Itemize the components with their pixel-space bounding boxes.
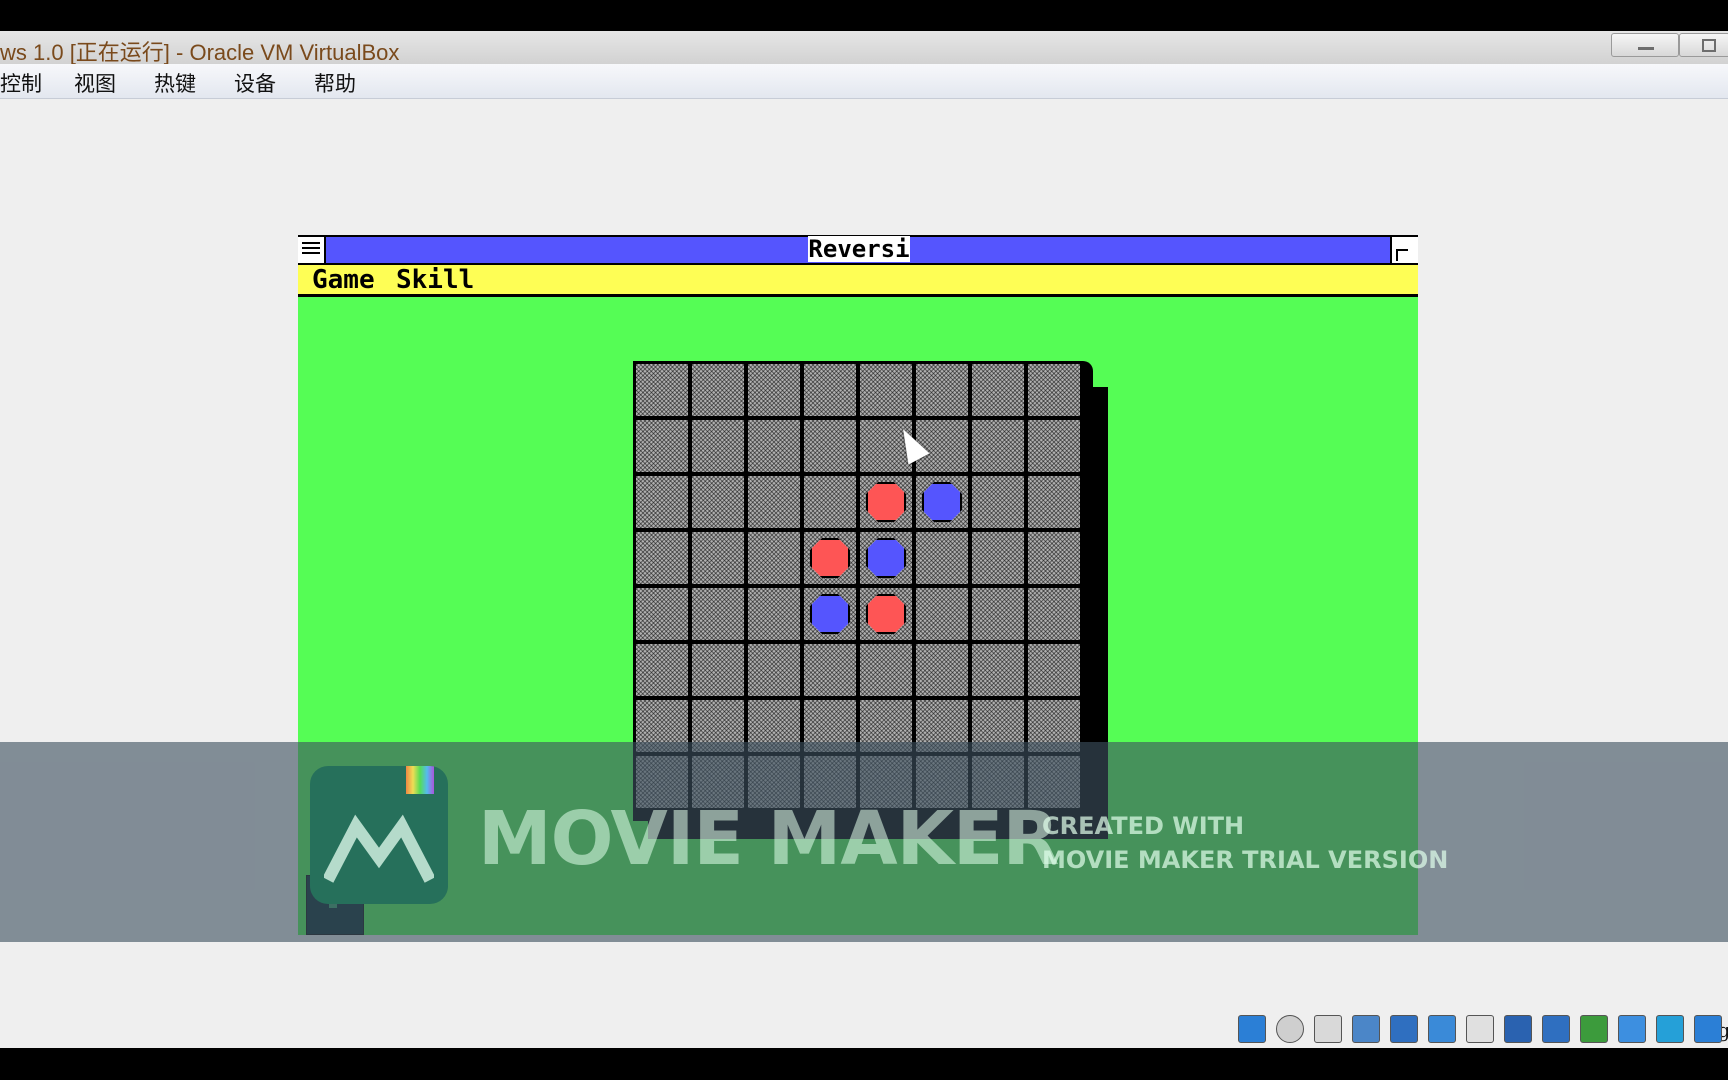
minimize-button[interactable] [1611,33,1679,57]
board-cell[interactable] [972,420,1024,472]
blue-disc [866,538,906,578]
network-icon[interactable] [1390,1015,1418,1043]
board-cell[interactable] [636,476,688,528]
board-cell[interactable] [804,420,856,472]
board-cell[interactable] [692,532,744,584]
settings-icon[interactable] [1580,1015,1608,1043]
board-cell[interactable] [1028,476,1080,528]
window-titlebar[interactable]: ws 1.0 [正在运行] - Oracle VM VirtualBox [0,31,1728,65]
menu-game[interactable]: Game [312,265,375,295]
board-cell[interactable] [804,476,856,528]
mouse-integration-icon[interactable] [1656,1015,1684,1043]
system-menu-icon[interactable] [298,237,326,263]
video-capture-icon[interactable] [1542,1015,1570,1043]
red-disc [866,482,906,522]
blue-disc [922,482,962,522]
board-cell[interactable] [860,644,912,696]
board-cell[interactable] [748,588,800,640]
board-cell[interactable] [636,644,688,696]
board-cell[interactable] [692,588,744,640]
hard-disk-icon[interactable] [1238,1015,1266,1043]
menu-control[interactable]: 控制 [0,68,42,98]
board-cell[interactable] [692,644,744,696]
board-cell[interactable] [804,644,856,696]
board-cell[interactable] [804,364,856,416]
host-statusbar: Rig [0,1010,1728,1048]
host-menubar: 控制 视图 热键 设备 帮助 [0,64,1728,99]
board-cell[interactable] [748,476,800,528]
reversi-titlebar[interactable]: Reversi [298,235,1418,265]
board-cell[interactable] [916,364,968,416]
audio-icon[interactable] [1352,1015,1380,1043]
watermark-line2: MOVIE MAKER TRIAL VERSION [1042,846,1449,874]
usb-icon[interactable] [1428,1015,1456,1043]
red-disc [810,538,850,578]
board-cell[interactable] [1028,364,1080,416]
display-icon[interactable] [1504,1015,1532,1043]
board-cell[interactable] [636,588,688,640]
board-cell[interactable] [748,644,800,696]
watermark-banner: MOVIE MAKER CREATED WITH MOVIE MAKER TRI… [0,742,1728,942]
reversi-menubar: Game Skill [298,265,1418,297]
watermark-brand: MOVIE MAKER [478,796,1059,882]
blue-disc [810,594,850,634]
red-disc [866,594,906,634]
shared-folders-icon[interactable] [1466,1015,1494,1043]
movie-maker-logo [310,766,448,904]
board-cell[interactable] [916,532,968,584]
size-box-icon[interactable] [1390,237,1418,263]
board-cell[interactable] [1028,644,1080,696]
menu-help[interactable]: 帮助 [314,68,356,98]
board-cell[interactable] [692,364,744,416]
cpu-icon[interactable] [1618,1015,1646,1043]
board-cell[interactable] [916,588,968,640]
board-cell[interactable] [748,420,800,472]
board-cell[interactable] [692,476,744,528]
menu-hotkeys[interactable]: 热键 [154,68,196,98]
board-cell[interactable] [916,644,968,696]
menu-view[interactable]: 视图 [74,68,116,98]
board-cell[interactable] [972,364,1024,416]
board-cell[interactable] [972,532,1024,584]
menu-skill[interactable]: Skill [396,265,474,295]
board-cell[interactable] [972,476,1024,528]
board-cell[interactable] [692,420,744,472]
window-title: ws 1.0 [正在运行] - Oracle VM VirtualBox [0,40,400,65]
board-cell[interactable] [636,532,688,584]
board-cell[interactable] [860,364,912,416]
board-cell[interactable] [972,644,1024,696]
board-cell[interactable] [1028,420,1080,472]
board-cell[interactable] [748,532,800,584]
virtualbox-window: ws 1.0 [正在运行] - Oracle VM VirtualBox 控制 … [0,31,1728,1048]
restore-button[interactable] [1679,33,1728,57]
board-cell[interactable] [636,420,688,472]
floppy-icon[interactable] [1314,1015,1342,1043]
optical-drive-icon[interactable] [1276,1015,1304,1043]
keyboard-icon[interactable] [1694,1015,1722,1043]
reversi-title: Reversi [808,235,910,263]
board-cell[interactable] [1028,532,1080,584]
menu-devices[interactable]: 设备 [234,68,276,98]
board-cell[interactable] [748,364,800,416]
board-cell[interactable] [972,588,1024,640]
watermark-line1: CREATED WITH [1042,812,1245,840]
board-cell[interactable] [636,364,688,416]
board-cell[interactable] [1028,588,1080,640]
